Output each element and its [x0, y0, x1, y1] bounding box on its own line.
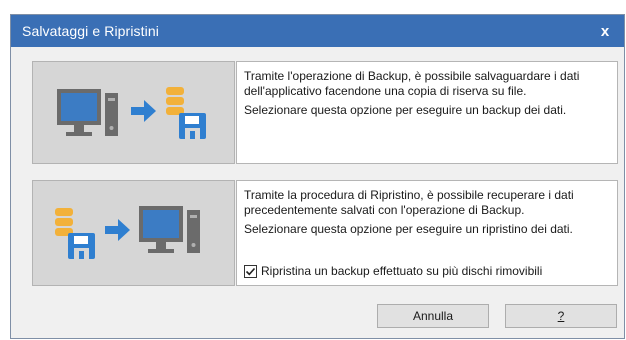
- backup-option-button[interactable]: [32, 61, 235, 164]
- arrow-right-icon: [105, 219, 130, 241]
- backup-instruction: Selezionare questa opzione per eseguire …: [244, 103, 567, 117]
- title-bar[interactable]: Salvataggi e Ripristini x: [11, 15, 624, 47]
- restore-description-box: Tramite la procedura di Ripristino, è po…: [236, 180, 618, 286]
- restore-option-button[interactable]: [32, 180, 235, 286]
- close-button[interactable]: x: [594, 20, 616, 42]
- backup-description-box: Tramite l'operazione di Backup, è possib…: [236, 61, 618, 164]
- restore-illustration: [55, 206, 200, 259]
- restore-description: Tramite la procedura di Ripristino, è po…: [244, 188, 574, 217]
- backup-description: Tramite l'operazione di Backup, è possib…: [244, 69, 580, 98]
- arrow-right-icon: [131, 100, 156, 122]
- computer-icon: [57, 89, 118, 136]
- help-button[interactable]: ?: [505, 304, 617, 328]
- window-title: Salvataggi e Ripristini: [22, 23, 159, 39]
- cancel-button[interactable]: Annulla: [377, 304, 489, 328]
- floppy-disk-icon: [179, 113, 206, 139]
- multi-disk-checkbox[interactable]: [244, 265, 257, 278]
- floppy-disk-icon: [68, 233, 95, 259]
- backup-illustration: [57, 87, 206, 139]
- backup-restore-dialog: Salvataggi e Ripristini x Tramite l'oper…: [10, 14, 625, 339]
- computer-icon: [139, 206, 200, 253]
- multi-disk-restore-option[interactable]: Ripristina un backup effettuato su più d…: [244, 264, 542, 279]
- database-icon: [55, 208, 73, 236]
- database-icon: [166, 87, 184, 115]
- checkmark-icon: [245, 267, 256, 276]
- help-button-label: ?: [557, 309, 565, 323]
- multi-disk-checkbox-label: Ripristina un backup effettuato su più d…: [261, 264, 543, 278]
- restore-instruction: Selezionare questa opzione per eseguire …: [244, 222, 573, 236]
